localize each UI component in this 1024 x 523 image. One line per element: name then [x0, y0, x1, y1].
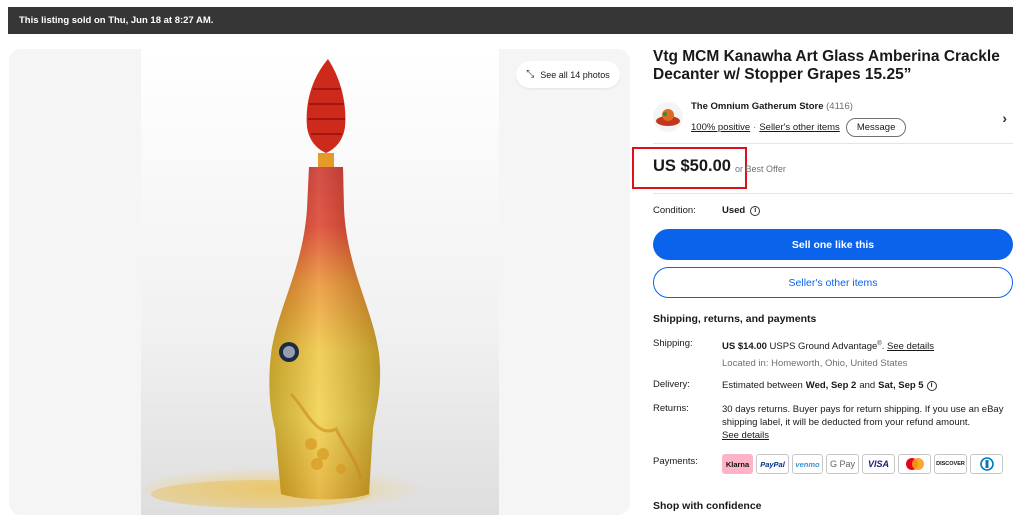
delivery-end: Sat, Sep 5: [878, 380, 924, 391]
divider: [653, 143, 1013, 144]
shipping-cost: US $14.00: [722, 341, 767, 353]
seller-links: 100% positive · Seller's other items Mes…: [691, 118, 907, 137]
shipping-section-title: Shipping, returns, and payments: [653, 313, 817, 325]
diners-icon: [979, 457, 994, 471]
payments-label: Payments:: [653, 456, 698, 467]
google-pay-badge: G Pay: [826, 454, 859, 474]
seller-name-row: The Omnium Gatherum Store (4116): [691, 101, 853, 112]
discover-badge: DISCOVER: [934, 454, 967, 474]
best-offer-text: or Best Offer: [735, 164, 786, 174]
positive-feedback-link[interactable]: 100% positive: [691, 122, 750, 133]
diners-badge: [970, 454, 1003, 474]
condition-text: Used: [722, 205, 746, 216]
see-all-label: See all 14 photos: [540, 69, 610, 80]
shipping-value: US $14.00 USPS Ground Advantage®. See de…: [722, 341, 935, 353]
condition-label: Condition:: [653, 205, 696, 216]
sell-one-like-this-button[interactable]: Sell one like this: [653, 229, 1013, 260]
delivery-and: and: [859, 380, 876, 391]
condition-value: Used i: [722, 205, 761, 216]
seller-avatar[interactable]: [653, 102, 683, 132]
shipping-service: USPS Ground Advantage: [769, 341, 878, 353]
seller-feedback-count: (4116): [826, 101, 853, 112]
paypal-badge: PayPal: [756, 454, 789, 474]
message-button[interactable]: Message: [845, 118, 907, 137]
seller-other-items-link[interactable]: Seller's other items: [759, 122, 839, 133]
mastercard-badge: [898, 454, 931, 474]
image-gallery[interactable]: ⤡ See all 14 photos: [9, 49, 630, 515]
registered-mark: ®: [877, 341, 882, 347]
returns-text: 30 days returns. Buyer pays for return s…: [722, 404, 1004, 428]
expand-icon: ⤡: [526, 69, 535, 80]
returns-label: Returns:: [653, 403, 689, 414]
sold-banner: This listing sold on Thu, Jun 18 at 8:27…: [8, 7, 1013, 34]
delivery-start: Wed, Sep 2: [805, 380, 857, 391]
delivery-label: Delivery:: [653, 379, 690, 390]
info-icon[interactable]: i: [926, 380, 937, 391]
sellers-other-items-button[interactable]: Seller's other items: [653, 267, 1013, 298]
separator: ·: [753, 122, 757, 133]
venmo-badge: venmo: [792, 454, 823, 474]
product-photo[interactable]: [141, 49, 499, 515]
visa-badge: VISA: [862, 454, 895, 474]
delivery-prefix: Estimated between: [722, 380, 803, 391]
see-all-photos-button[interactable]: ⤡ See all 14 photos: [516, 61, 620, 88]
returns-see-details-link[interactable]: See details: [722, 430, 769, 441]
located-in: Located in: Homeworth, Ohio, United Stat…: [722, 358, 908, 369]
item-price: US $50.00: [653, 157, 731, 175]
shipping-see-details-link[interactable]: See details: [887, 341, 934, 352]
delivery-value: Estimated between Wed, Sep 2 and Sat, Se…: [722, 379, 1012, 392]
seller-name[interactable]: The Omnium Gatherum Store: [691, 101, 824, 112]
klarna-badge: Klarna: [722, 454, 753, 474]
seller-card[interactable]: The Omnium Gatherum Store (4116) 100% po…: [653, 100, 1013, 137]
info-icon[interactable]: i: [750, 205, 761, 216]
payment-methods: Klarna PayPal venmo G Pay VISA DISCOVER: [722, 454, 1003, 474]
item-title: Vtg MCM Kanawha Art Glass Amberina Crack…: [653, 48, 1000, 83]
decanter-image: [141, 59, 441, 511]
chevron-right-icon[interactable]: ›: [1002, 110, 1007, 126]
shipping-label: Shipping:: [653, 338, 693, 349]
mastercard-icon: [905, 458, 924, 470]
divider: [653, 193, 1013, 194]
returns-value: 30 days returns. Buyer pays for return s…: [722, 403, 1012, 442]
shop-with-confidence-title: Shop with confidence: [653, 500, 762, 512]
